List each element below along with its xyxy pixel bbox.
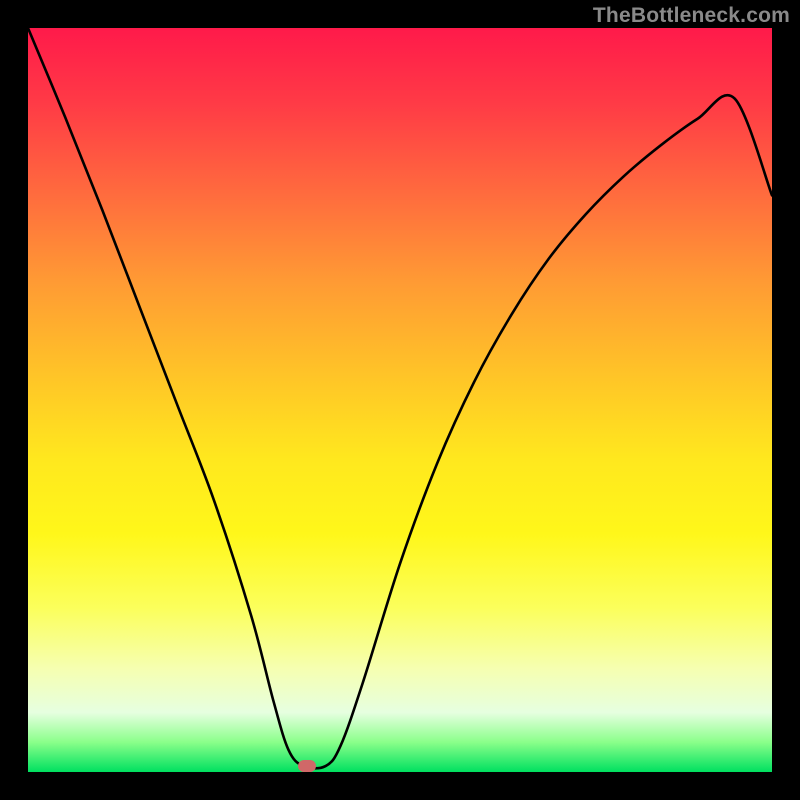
curve-svg <box>28 28 772 772</box>
bottleneck-curve <box>28 28 772 768</box>
chart-frame: TheBottleneck.com <box>0 0 800 800</box>
optimum-marker <box>298 760 316 772</box>
plot-area <box>28 28 772 772</box>
watermark-text: TheBottleneck.com <box>593 4 790 28</box>
